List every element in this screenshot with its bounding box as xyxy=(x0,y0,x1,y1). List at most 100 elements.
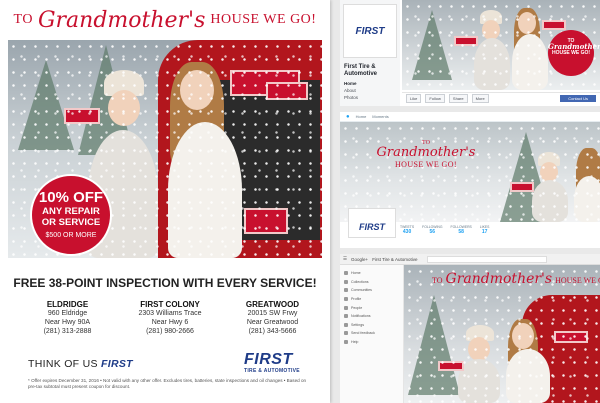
collections-icon xyxy=(344,279,348,284)
people-icon xyxy=(344,305,348,310)
twitter-page-mockup: ● Home Moments TO Grandmother's HOUSE WE… xyxy=(340,112,600,248)
gp-menu-settings[interactable]: Settings xyxy=(340,321,403,330)
facebook-profile-logo[interactable]: FIRST xyxy=(343,4,397,58)
gp-menu-help[interactable]: Help xyxy=(340,338,403,347)
headline-script: Grandmother's xyxy=(37,7,206,33)
home-icon xyxy=(344,271,348,276)
location-near: Near Hwy 90A xyxy=(44,319,91,326)
menu-label: Notifications xyxy=(351,314,371,319)
location-near: Near Hwy 6 xyxy=(151,319,189,326)
googleplus-brand[interactable]: Google+ xyxy=(351,257,368,262)
twitter-nav-home[interactable]: Home xyxy=(356,114,367,119)
gp-menu-collections[interactable]: Collections xyxy=(340,278,403,287)
twitter-profile-stats: TWEETS 430 FOLLOWING 56 FOLLOWERS 58 LIK… xyxy=(400,225,489,235)
more-button[interactable]: More xyxy=(471,94,489,103)
title-post: HOUSE WE GO! xyxy=(555,276,600,285)
menu-label: Home xyxy=(351,271,361,276)
badge-post: HOUSE WE GO! xyxy=(551,50,591,56)
stat-value: 56 xyxy=(429,229,436,235)
logo-subtitle: TIRE & AUTOMOTIVE xyxy=(244,368,300,374)
search-input[interactable] xyxy=(427,255,548,263)
facebook-page-title: First Tire & Automotive xyxy=(344,64,377,77)
location-phone: (281) 343-5666 xyxy=(248,328,297,335)
gp-menu-notifications[interactable]: Notifications xyxy=(340,312,403,321)
facebook-menu-about[interactable]: About xyxy=(340,87,400,94)
location-name: GREATWOOD xyxy=(245,300,300,309)
location-name: ELDRIDGE xyxy=(46,300,89,309)
location-near: Near Greatwood xyxy=(246,319,299,326)
tagline-pre: THINK OF US xyxy=(28,358,98,370)
gp-menu-profile[interactable]: Profile xyxy=(340,295,403,304)
stat-following[interactable]: FOLLOWING 56 xyxy=(422,225,442,235)
twitter-bird-icon: ● xyxy=(346,113,350,120)
inspection-offer: FREE 38-POINT INSPECTION WITH EVERY SERV… xyxy=(13,276,317,290)
facebook-action-bar: Like Follow Share More Contact Us xyxy=(402,92,600,104)
offer-line2: OR SERVICE xyxy=(41,217,101,228)
headline-pre: TO xyxy=(13,12,33,27)
location-phone: (281) 313-2888 xyxy=(43,328,92,335)
facebook-menu-photos[interactable]: Photos xyxy=(340,94,400,101)
location-first-colony: FIRST COLONY 2303 Williams Trace Near Hw… xyxy=(123,300,218,336)
location-eldridge: ELDRIDGE 960 Eldridge Near Hwy 90A (281)… xyxy=(20,300,115,336)
offer-minimum: $500 OR MORE xyxy=(45,232,97,239)
twitter-profile-avatar[interactable]: FIRST xyxy=(348,208,396,238)
twitter-nav-moments[interactable]: Moments xyxy=(372,114,388,119)
stat-value: 430 xyxy=(402,229,412,235)
googleplus-sidebar: Home Collections Communities Profile Peo… xyxy=(340,265,404,403)
profile-icon xyxy=(344,297,348,302)
menu-label: Profile xyxy=(351,297,362,302)
location-phone: (281) 980-2666 xyxy=(146,328,194,335)
facebook-sidebar: FIRST First Tire & Automotive Home About… xyxy=(340,0,400,106)
tagline-first: FIRST xyxy=(101,358,133,370)
offer-line1: ANY REPAIR xyxy=(42,206,100,217)
stat-tweets[interactable]: TWEETS 430 xyxy=(400,225,414,235)
share-button[interactable]: Share xyxy=(448,94,468,103)
promo-flyer: TO Grandmother's HOUSE WE GO! 10% OFF AN… xyxy=(0,0,330,403)
store-locations: ELDRIDGE 960 Eldridge Near Hwy 90A (281)… xyxy=(20,300,320,336)
gear-icon xyxy=(344,322,348,327)
logo-first: FIRST xyxy=(355,26,385,37)
brand-logo: FIRST TIRE & AUTOMOTIVE xyxy=(244,352,312,375)
googleplus-cover-title: TO Grandmother's HOUSE WE GO! xyxy=(432,271,600,287)
contact-us-button[interactable]: Contact Us xyxy=(560,95,596,102)
location-name: FIRST COLONY xyxy=(140,300,200,309)
follow-button[interactable]: Follow xyxy=(425,94,445,103)
gp-menu-home[interactable]: Home xyxy=(340,269,403,278)
cover-badge: TO Grandmother's HOUSE WE GO! xyxy=(548,30,600,76)
facebook-page-mockup: FIRST First Tire & Automotive Home About… xyxy=(340,0,600,106)
stat-value: 17 xyxy=(481,229,488,235)
menu-label: Send feedback xyxy=(351,331,375,336)
facebook-menu-home[interactable]: Home xyxy=(340,80,400,87)
bell-icon xyxy=(344,314,348,319)
location-address: 20015 SW Frwy xyxy=(247,310,298,317)
snowfall xyxy=(340,122,600,222)
title-post: HOUSE WE GO! xyxy=(395,160,457,169)
location-address: 2303 Williams Trace xyxy=(138,310,202,317)
help-icon xyxy=(344,340,348,345)
googleplus-page-name: First Tire & Automotive xyxy=(372,256,418,262)
communities-icon xyxy=(344,288,348,293)
menu-label: Collections xyxy=(351,279,369,284)
tagline: THINK OF US FIRST xyxy=(28,358,133,370)
offer-percent: 10% OFF xyxy=(38,189,104,206)
menu-icon[interactable]: ☰ xyxy=(343,256,347,262)
gp-menu-communities[interactable]: Communities xyxy=(340,286,403,295)
twitter-header-title: TO Grandmother's HOUSE WE GO! xyxy=(376,140,476,169)
like-button[interactable]: Like xyxy=(406,94,422,103)
twitter-navbar: ● Home Moments xyxy=(340,112,600,122)
stat-followers[interactable]: FOLLOWERS 58 xyxy=(451,225,472,235)
feedback-icon xyxy=(344,331,348,336)
location-address: 960 Eldridge xyxy=(47,310,88,317)
offer-disclaimer: * Offer expires December 31, 2016 • Not … xyxy=(28,378,307,389)
menu-label: People xyxy=(351,305,363,310)
location-greatwood: GREATWOOD 20015 SW Frwy Near Greatwood (… xyxy=(225,300,320,336)
googleplus-page-mockup: ☰ Google+ First Tire & Automotive Home C… xyxy=(340,254,600,403)
twitter-header-image: TO Grandmother's HOUSE WE GO! xyxy=(340,122,600,222)
headline-post: HOUSE WE GO! xyxy=(210,12,317,27)
gp-menu-people[interactable]: People xyxy=(340,303,403,312)
flyer-headline: TO Grandmother's HOUSE WE GO! xyxy=(0,0,330,40)
logo-first: FIRST xyxy=(359,222,385,232)
stat-likes[interactable]: LIKES 17 xyxy=(480,225,490,235)
gp-menu-feedback[interactable]: Send feedback xyxy=(340,329,403,338)
stat-value: 58 xyxy=(458,229,464,235)
